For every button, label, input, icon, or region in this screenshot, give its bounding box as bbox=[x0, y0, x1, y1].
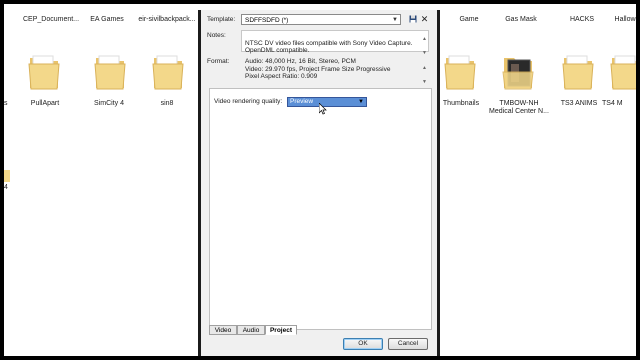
tab-video[interactable]: Video bbox=[209, 325, 237, 335]
tab-project[interactable]: Project bbox=[265, 325, 297, 335]
format-video: Video: 29.970 fps, Project Frame Size Pr… bbox=[245, 65, 391, 73]
format-box: Audio: 48,000 Hz, 16 Bit, Stereo, PCM Vi… bbox=[241, 56, 429, 85]
edge-label: 4 bbox=[4, 184, 8, 191]
folder-icon[interactable] bbox=[442, 50, 478, 92]
template-dropdown[interactable]: SDFFSDFD (*) ▼ bbox=[241, 14, 401, 25]
folder-icon[interactable] bbox=[608, 50, 636, 92]
partial-folder-icon bbox=[4, 170, 10, 182]
format-par: Pixel Aspect Ratio: 0.909 bbox=[245, 73, 318, 80]
notes-label: Notes: bbox=[207, 32, 226, 39]
folder-icon[interactable] bbox=[26, 50, 62, 92]
project-tab-panel bbox=[209, 88, 432, 330]
folder-icon[interactable] bbox=[92, 50, 128, 92]
folder-icon[interactable] bbox=[560, 50, 596, 92]
desktop-item-label: TS4 M bbox=[602, 100, 623, 107]
folder-icon[interactable] bbox=[150, 50, 186, 92]
template-value: SDFFSDFD (*) bbox=[245, 17, 289, 24]
chevron-down-icon: ▼ bbox=[358, 99, 364, 105]
notes-box: NTSC DV video files compatible with Sony… bbox=[241, 30, 429, 56]
desktop-item-ts4[interactable]: TS4 M bbox=[592, 100, 636, 108]
delete-template-icon[interactable]: ✕ bbox=[419, 14, 430, 25]
quality-value: Preview bbox=[290, 98, 314, 105]
scroll-arrows-icon[interactable]: ▲ ▼ bbox=[422, 61, 427, 89]
render-settings-dialog: Template: SDFFSDFD (*) ▼ ✕ Notes: NTSC D… bbox=[198, 10, 440, 356]
ok-button[interactable]: OK bbox=[343, 338, 383, 350]
video-quality-dropdown[interactable]: Preview ▼ bbox=[287, 97, 367, 107]
format-audio: Audio: 48,000 Hz, 16 Bit, Stereo, PCM bbox=[245, 58, 356, 65]
edge-label: s bbox=[4, 100, 8, 107]
quality-label: Video rendering quality: bbox=[214, 98, 283, 105]
template-label: Template: bbox=[207, 16, 236, 23]
desktop-item-hallowe[interactable]: Hallowe bbox=[582, 16, 636, 24]
notes-text: NTSC DV video files compatible with Sony… bbox=[245, 39, 413, 55]
cancel-button[interactable]: Cancel bbox=[388, 338, 428, 350]
desktop-item-label: Hallowe bbox=[614, 16, 636, 23]
folder-image-icon[interactable] bbox=[500, 50, 536, 92]
save-template-icon[interactable] bbox=[407, 14, 418, 25]
tab-audio[interactable]: Audio bbox=[237, 325, 265, 335]
chevron-down-icon: ▼ bbox=[392, 17, 398, 23]
mouse-cursor-icon bbox=[319, 103, 327, 115]
format-label: Format: bbox=[207, 58, 230, 65]
